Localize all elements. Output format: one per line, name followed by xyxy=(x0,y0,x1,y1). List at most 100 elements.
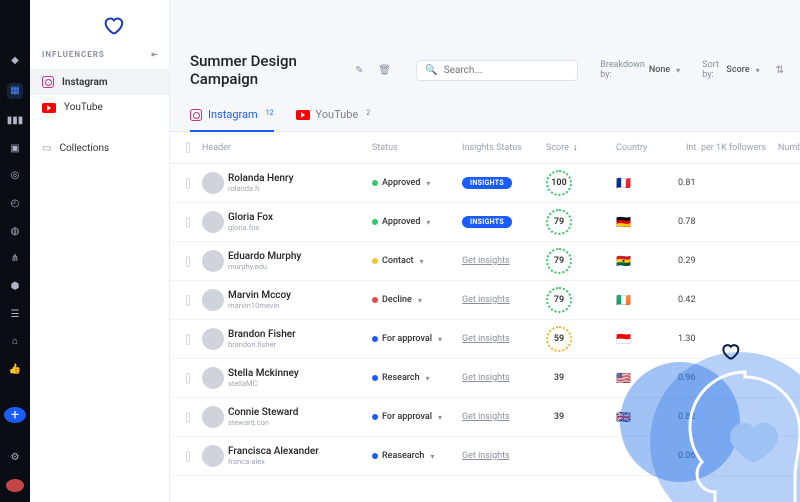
rail-dashboard-icon[interactable]: ▦ xyxy=(7,83,23,99)
sidebar-heading: INFLUENCERS xyxy=(42,50,105,59)
sort-direction-icon[interactable]: ⇅ xyxy=(776,65,784,76)
score-cell: 39 xyxy=(540,365,610,391)
tab-instagram[interactable]: Instagram 12 xyxy=(190,100,274,131)
user-handle: marvin10mevin xyxy=(228,301,291,310)
user-cell: Francisca Alexander franca-alex xyxy=(196,445,366,467)
column-score[interactable]: Score↓ xyxy=(540,142,610,153)
insights-badge: INSIGHTS xyxy=(462,177,512,189)
table-row[interactable]: Francisca Alexander franca-alex Reasearc… xyxy=(170,437,800,476)
table-row[interactable]: Gloria Fox gloria.fox Approved ▾ INSIGHT… xyxy=(170,203,800,242)
user-cell: Eduardo Murphy murphy.edu xyxy=(196,250,366,272)
sidebar-item-collections[interactable]: ▭ Collections xyxy=(30,136,169,161)
status-select[interactable]: For approval ▾ xyxy=(366,334,456,344)
row-checkbox[interactable] xyxy=(186,451,190,462)
rail-users-icon[interactable]: ☰ xyxy=(7,308,23,320)
rail-tree-icon[interactable]: ⋔ xyxy=(7,253,23,265)
get-insights-link[interactable]: Get insights xyxy=(462,256,510,266)
rail-analytics-icon[interactable]: ▮▮▮ xyxy=(7,115,23,127)
table-row[interactable]: Rolanda Henry rolanda.h Approved ▾ INSIG… xyxy=(170,164,800,203)
sidebar-item-label: Collections xyxy=(59,143,109,154)
tabs: Instagram 12 YouTube 2 xyxy=(170,100,800,132)
country-flag: 🇺🇸 xyxy=(610,371,672,385)
column-numb[interactable]: Numb xyxy=(772,143,800,153)
heart-icon xyxy=(102,14,124,39)
add-button[interactable]: + xyxy=(4,407,26,423)
status-select[interactable]: Decline ▾ xyxy=(366,295,456,305)
settings-icon[interactable]: ⚙ xyxy=(7,451,23,463)
status-select[interactable]: For approval ▾ xyxy=(366,412,456,422)
user-handle: steward.con xyxy=(228,418,298,427)
score-value: 39 xyxy=(546,404,572,430)
collapse-icon[interactable]: ⇤ xyxy=(151,50,159,59)
trash-icon[interactable]: 🗑 xyxy=(377,61,392,79)
rail-shield-icon[interactable]: ⬢ xyxy=(7,281,23,293)
table-row[interactable]: Eduardo Murphy murphy.edu Contact ▾ Get … xyxy=(170,242,800,281)
search-input[interactable] xyxy=(444,65,570,76)
rail-image-icon[interactable]: ▣ xyxy=(7,142,23,154)
status-select[interactable]: Reasearch ▾ xyxy=(366,451,456,461)
rail-clock-icon[interactable]: ◴ xyxy=(7,198,23,210)
status-dot-icon xyxy=(372,453,378,459)
get-insights-link[interactable]: Get insights xyxy=(462,334,510,344)
logo-icon: ◆ xyxy=(7,55,23,67)
sidebar-item-youtube[interactable]: YouTube xyxy=(30,95,169,120)
insights-cell: Get insights xyxy=(456,334,540,344)
get-insights-link[interactable]: Get insights xyxy=(462,412,510,422)
select-all-checkbox[interactable] xyxy=(186,142,190,153)
tab-youtube[interactable]: YouTube 2 xyxy=(296,100,371,131)
status-dot-icon xyxy=(372,297,378,303)
rail-target-icon[interactable]: ◎ xyxy=(7,170,23,182)
table-row[interactable]: Connie Steward steward.con For approval … xyxy=(170,398,800,437)
column-status[interactable]: Status xyxy=(366,143,456,153)
insights-cell: Get insights xyxy=(456,373,540,383)
row-checkbox[interactable] xyxy=(186,217,190,228)
chevron-down-icon: ▾ xyxy=(430,452,434,461)
score-cell: 79 xyxy=(540,287,610,313)
rail-globe-icon[interactable]: ◍ xyxy=(7,225,23,237)
ipf-value: 0.81 xyxy=(672,178,772,188)
get-insights-link[interactable]: Get insights xyxy=(462,451,510,461)
status-select[interactable]: Research ▾ xyxy=(366,373,456,383)
row-checkbox[interactable] xyxy=(186,412,190,423)
chevron-down-icon: ▾ xyxy=(418,296,422,305)
row-checkbox[interactable] xyxy=(186,334,190,345)
rail-robot-icon[interactable]: ⌂ xyxy=(7,336,23,348)
column-insights[interactable]: Insights Status xyxy=(456,143,540,153)
row-checkbox[interactable] xyxy=(186,256,190,267)
status-select[interactable]: Approved ▾ xyxy=(366,217,456,227)
chevron-down-icon: ▾ xyxy=(426,218,430,227)
status-dot-icon xyxy=(372,258,378,264)
column-country[interactable]: Country xyxy=(610,143,672,153)
table-row[interactable]: Marvin Mccoy marvin10mevin Decline ▾ Get… xyxy=(170,281,800,320)
column-ipf[interactable]: Int. per 1K followers xyxy=(672,143,772,153)
ipf-value: 0.96 xyxy=(672,373,772,383)
get-insights-link[interactable]: Get insights xyxy=(462,373,510,383)
table-row[interactable]: Brandon Fisher brandon.fisher For approv… xyxy=(170,320,800,359)
column-header[interactable]: Header xyxy=(196,143,366,153)
status-select[interactable]: Approved ▾ xyxy=(366,178,456,188)
rail-thumb-icon[interactable]: 👍 xyxy=(7,364,23,376)
ipf-value: 0.29 xyxy=(672,256,772,266)
search-box[interactable]: 🔍 xyxy=(416,60,578,81)
get-insights-link[interactable]: Get insights xyxy=(462,295,510,305)
topbar: Summer Design Campaign ✎ 🗑 🔍 Breakdown b… xyxy=(170,38,800,100)
row-checkbox[interactable] xyxy=(186,295,190,306)
user-cell: Brandon Fisher brandon.fisher xyxy=(196,328,366,350)
user-cell: Gloria Fox gloria.fox xyxy=(196,211,366,233)
sort-select[interactable]: Sort by: Score ▾ xyxy=(690,60,759,80)
status-select[interactable]: Contact ▾ xyxy=(366,256,456,266)
sidebar-item-instagram[interactable]: Instagram xyxy=(30,69,169,95)
table-row[interactable]: Stella Mckinney stellaMC Research ▾ Get … xyxy=(170,359,800,398)
user-handle: brandon.fisher xyxy=(228,340,296,349)
status-label: Reasearch xyxy=(382,451,424,461)
chevron-down-icon: ▾ xyxy=(756,66,760,75)
score-cell: 79 xyxy=(540,248,610,274)
ipf-value: 0.42 xyxy=(672,295,772,305)
status-label: Approved xyxy=(382,178,420,188)
edit-icon[interactable]: ✎ xyxy=(352,61,367,79)
user-avatar[interactable] xyxy=(6,479,24,492)
breakdown-select[interactable]: Breakdown by: None ▾ xyxy=(588,60,680,80)
row-checkbox[interactable] xyxy=(186,178,190,189)
row-checkbox[interactable] xyxy=(186,373,190,384)
status-dot-icon xyxy=(372,414,378,420)
